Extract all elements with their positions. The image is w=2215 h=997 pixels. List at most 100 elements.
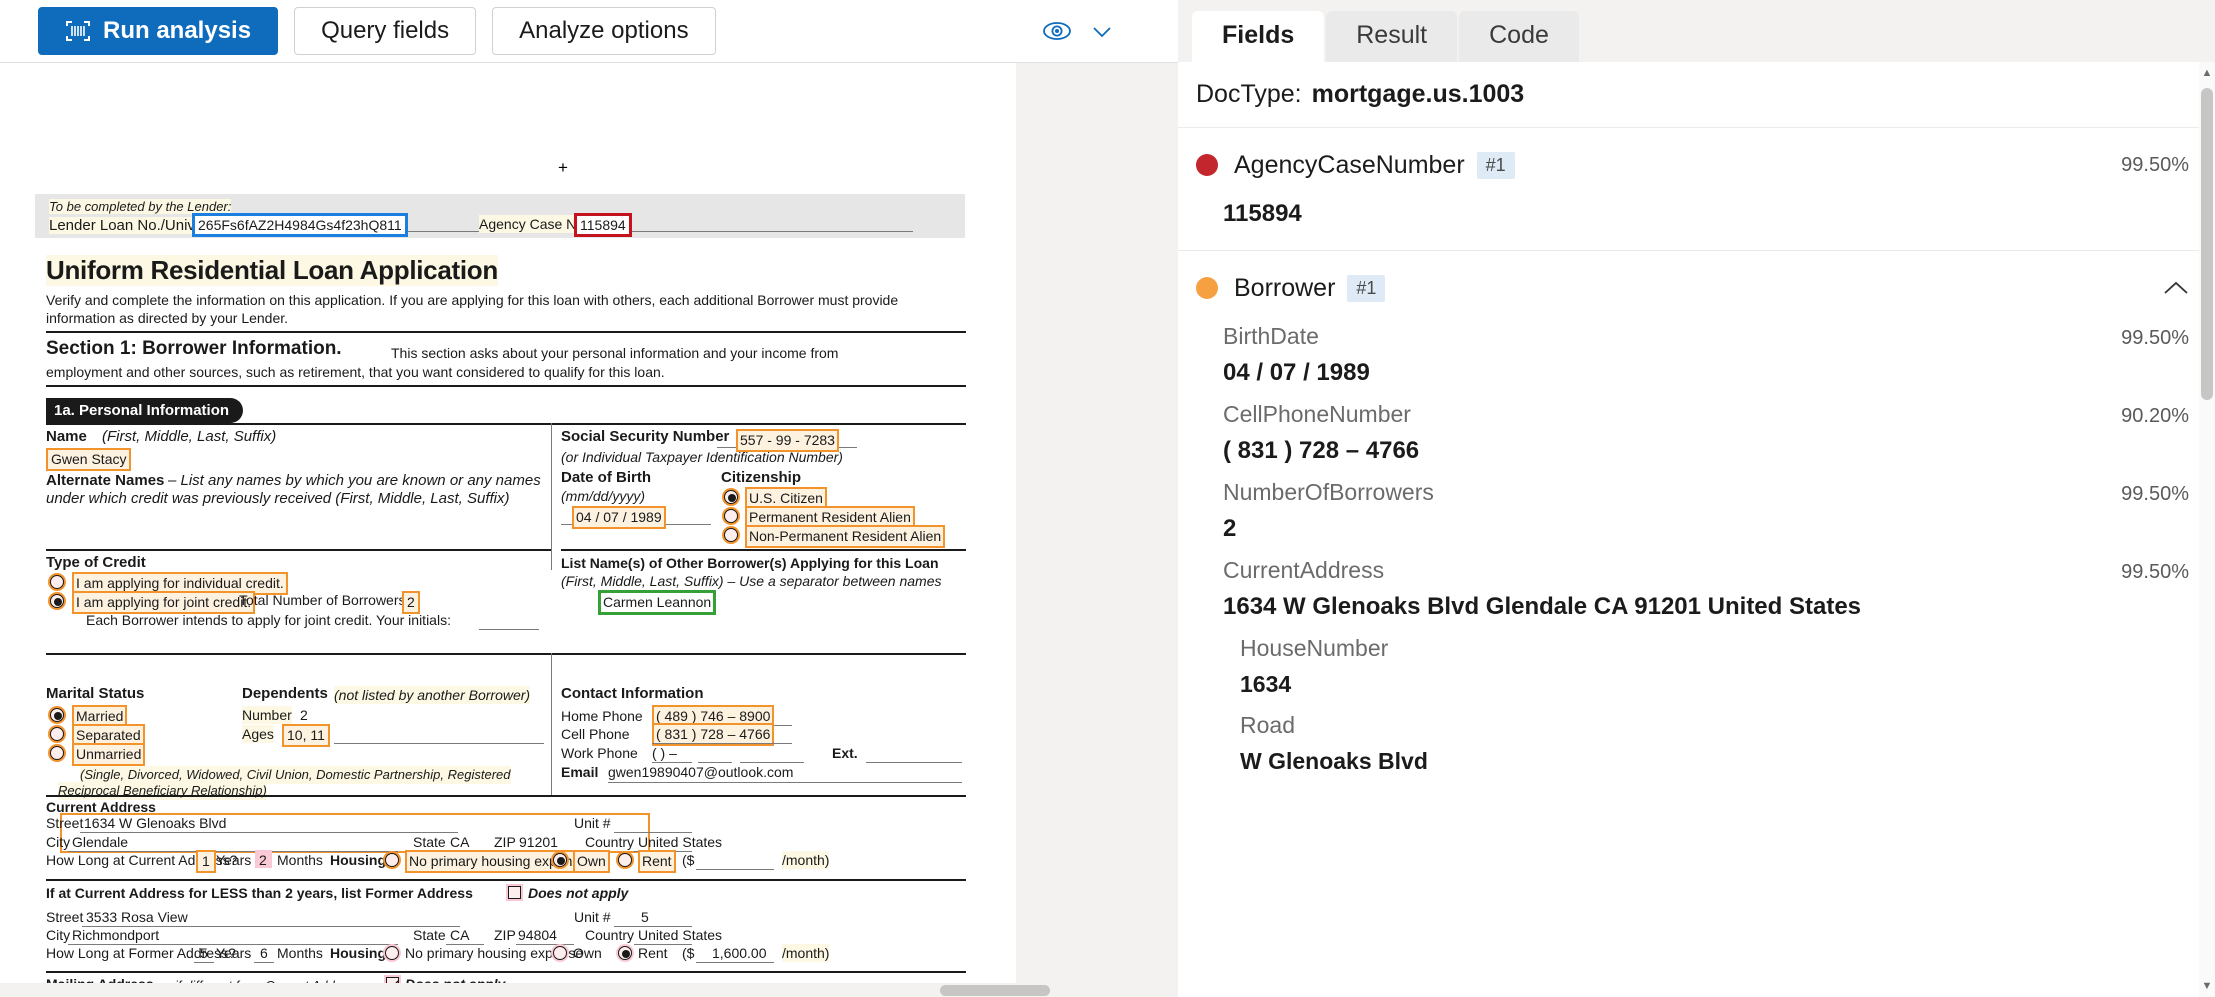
fmr-unit-value: 5 bbox=[641, 908, 649, 926]
agency-case-value: 115894 bbox=[574, 213, 632, 237]
fmr-months-rule bbox=[254, 962, 274, 963]
contact-divider bbox=[551, 653, 552, 795]
field-item-cellphonenumber[interactable]: CellPhoneNumber 90.20% ( 831 ) 728 – 476… bbox=[1178, 387, 2215, 465]
field-group-name: AgencyCaseNumber bbox=[1234, 151, 1465, 180]
fields-scrollbar[interactable]: ▲ ▼ bbox=[2199, 62, 2215, 997]
tab-result[interactable]: Result bbox=[1326, 11, 1457, 62]
field-item-currentaddress[interactable]: CurrentAddress 99.50% 1634 W Glenoaks Bl… bbox=[1178, 543, 2215, 621]
type-credit-top-rule bbox=[46, 549, 551, 551]
fmr-country-value: United States bbox=[638, 926, 722, 944]
field-value: 2 bbox=[1223, 515, 2189, 543]
cur-years-box: 1 bbox=[196, 850, 216, 873]
personal-info-rule bbox=[46, 423, 966, 425]
run-analysis-button[interactable]: Run analysis bbox=[38, 7, 278, 55]
status-dot-orange bbox=[1196, 277, 1218, 299]
tab-fields[interactable]: Fields bbox=[1192, 11, 1324, 62]
dependents-ages-box: 10, 11 bbox=[282, 724, 330, 747]
former-address-head: If at Current Address for LESS than 2 ye… bbox=[46, 884, 473, 902]
cur-city-value: Glendale bbox=[72, 833, 128, 851]
personal-info-divider bbox=[551, 423, 552, 570]
field-confidence: 90.20% bbox=[2121, 405, 2189, 428]
tab-bar: Fields Result Code bbox=[1178, 0, 2215, 62]
ssn-hint: (or Individual Taxpayer Identification N… bbox=[561, 448, 843, 466]
horizontal-scrollbar[interactable] bbox=[0, 983, 1016, 997]
field-group-name: Borrower bbox=[1234, 274, 1335, 303]
fmr-housing-own-label: Own bbox=[573, 944, 602, 962]
former-does-not-apply-checkbox[interactable] bbox=[508, 886, 521, 899]
status-dot-red bbox=[1196, 154, 1218, 176]
contact-information-label: Contact Information bbox=[561, 685, 704, 703]
credit-radio-joint[interactable] bbox=[50, 594, 64, 608]
document-viewer-pane: Run analysis Query fields Analyze option… bbox=[0, 0, 1178, 997]
cur-country-value: United States bbox=[638, 833, 722, 851]
field-confidence: 99.50% bbox=[2121, 483, 2189, 506]
fmr-per-month: /month) bbox=[782, 944, 829, 962]
agency-case-label: Agency Case No. bbox=[479, 215, 588, 233]
scroll-down-arrow-icon[interactable]: ▼ bbox=[2199, 975, 2215, 997]
cur-country-label: Country bbox=[585, 833, 634, 851]
section1-line2: employment and other sources, such as re… bbox=[46, 363, 665, 381]
lender-loan-id-value: 265Fs6fAZ2H4984Gs4f23hQ811 bbox=[192, 213, 408, 237]
eye-icon[interactable] bbox=[1040, 14, 1074, 48]
marital-radio-unmarried[interactable] bbox=[50, 746, 64, 760]
field-group-agency-case-number[interactable]: AgencyCaseNumber #1 99.50% 115894 bbox=[1178, 128, 2215, 251]
horizontal-scroll-thumb[interactable] bbox=[940, 985, 1050, 996]
fmr-housing-radio-own[interactable] bbox=[553, 946, 567, 960]
fmr-housing-radio-none[interactable] bbox=[385, 946, 399, 960]
tab-code[interactable]: Code bbox=[1459, 11, 1579, 62]
query-fields-button[interactable]: Query fields bbox=[294, 7, 476, 55]
field-item-road[interactable]: Road W Glenoaks Blvd bbox=[1178, 698, 2215, 775]
field-key: NumberOfBorrowers bbox=[1223, 479, 1434, 506]
cur-per-month: /month) bbox=[782, 851, 829, 869]
document-canvas-area[interactable]: + To be completed by the Lender: Lender … bbox=[0, 63, 1178, 997]
field-group-header[interactable]: Borrower #1 bbox=[1178, 267, 2215, 309]
cur-city-label: City bbox=[46, 833, 70, 851]
field-value: 1634 W Glenoaks Blvd Glendale CA 91201 U… bbox=[1223, 593, 2189, 621]
fields-scroll-thumb[interactable] bbox=[2201, 88, 2213, 400]
scroll-up-arrow-icon[interactable]: ▲ bbox=[2199, 62, 2215, 84]
cur-housing-radio-rent[interactable] bbox=[618, 853, 632, 867]
fmr-zip-value: 94804 bbox=[518, 926, 557, 944]
marital-radio-married[interactable] bbox=[50, 708, 64, 722]
dependents-number-value: 2 bbox=[300, 706, 308, 724]
field-item-numberofborrowers[interactable]: NumberOfBorrowers 99.50% 2 bbox=[1178, 465, 2215, 543]
citizenship-option-0: U.S. Citizen bbox=[749, 489, 823, 507]
citizenship-radio-permanent-resident[interactable] bbox=[724, 509, 738, 523]
citizenship-radio-us-citizen[interactable] bbox=[724, 490, 738, 504]
field-confidence: 99.50% bbox=[2121, 561, 2189, 584]
credit-radio-individual[interactable] bbox=[50, 575, 64, 589]
fmr-dollar-open: ($ bbox=[682, 944, 694, 962]
field-group-borrower[interactable]: Borrower #1 BirthDate 99.50% 04 / 07 / 1… bbox=[1178, 251, 2215, 797]
field-item-birthdate[interactable]: BirthDate 99.50% 04 / 07 / 1989 bbox=[1178, 309, 2215, 387]
field-item-housenumber[interactable]: HouseNumber 1634 bbox=[1178, 621, 2215, 698]
citizenship-option-1: Permanent Resident Alien bbox=[749, 508, 911, 526]
type-of-credit-label: Type of Credit bbox=[46, 554, 146, 572]
analyze-options-button[interactable]: Analyze options bbox=[492, 7, 715, 55]
dependents-label: Dependents bbox=[242, 685, 328, 703]
field-group-index-badge: #1 bbox=[1347, 275, 1385, 302]
fmr-years-label: Years bbox=[216, 944, 251, 962]
loan-application-page: + To be completed by the Lender: Lender … bbox=[24, 63, 992, 997]
cell-phone-label: Cell Phone bbox=[561, 725, 630, 743]
section1-bottom-rule bbox=[46, 385, 966, 387]
field-value: W Glenoaks Blvd bbox=[1240, 748, 2189, 775]
dob-value-box: 04 / 07 / 1989 bbox=[572, 506, 666, 529]
field-key: BirthDate bbox=[1223, 323, 1319, 350]
other-borrowers-value: Carmen Leannon bbox=[603, 593, 711, 611]
chevron-up-icon[interactable] bbox=[2163, 280, 2189, 296]
citizenship-radio-non-permanent-resident[interactable] bbox=[724, 528, 738, 542]
verify-line1: Verify and complete the information on t… bbox=[46, 291, 898, 309]
alt-names-line2: under which credit was previously receiv… bbox=[46, 490, 510, 508]
chevron-down-icon[interactable] bbox=[1088, 17, 1116, 45]
cur-street-rule bbox=[80, 832, 458, 833]
cur-housing-radio-own[interactable] bbox=[553, 853, 567, 867]
other-borrowers-hint: (First, Middle, Last, Suffix) – Use a se… bbox=[561, 572, 942, 590]
cur-housing-radio-none[interactable] bbox=[385, 853, 399, 867]
cur-housing-own-box: Own bbox=[573, 850, 610, 873]
fmr-housing-radio-rent[interactable] bbox=[618, 946, 632, 960]
marital-radio-separated[interactable] bbox=[50, 727, 64, 741]
name-value: Gwen Stacy bbox=[51, 450, 126, 468]
fmr-city-value: Richmondport bbox=[72, 926, 159, 944]
former-does-not-apply-label: Does not apply bbox=[528, 884, 628, 902]
field-group-header[interactable]: AgencyCaseNumber #1 99.50% bbox=[1178, 144, 2215, 186]
